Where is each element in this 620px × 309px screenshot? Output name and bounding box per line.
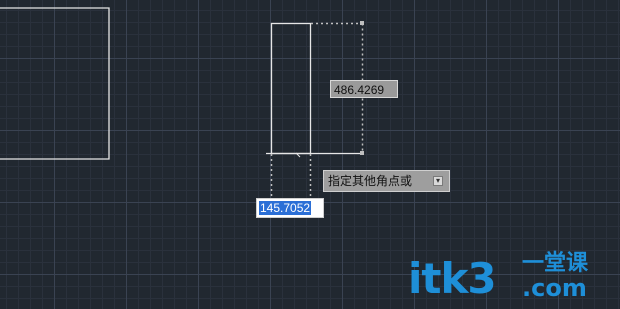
dimension-value: 486.4269	[334, 83, 385, 97]
command-prompt-text: 指定其他角点或	[328, 174, 413, 188]
corner-marker-top	[360, 21, 364, 25]
watermark-logo: itk3	[408, 254, 497, 303]
command-prompt-tooltip: 指定其他角点或 ▾	[323, 170, 450, 192]
rectangle-tall	[270, 22, 312, 155]
dimension-tooltip: 486.4269	[330, 80, 398, 98]
dynamic-input-field[interactable]: 145.7052	[256, 198, 324, 218]
corner-marker-bottom	[360, 151, 364, 155]
dynamic-input-value[interactable]: 145.7052	[259, 201, 312, 215]
watermark-sub: 一堂课 .com	[522, 251, 589, 302]
down-arrow-icon[interactable]: ▾	[433, 176, 443, 186]
rectangle-left	[0, 7, 110, 160]
